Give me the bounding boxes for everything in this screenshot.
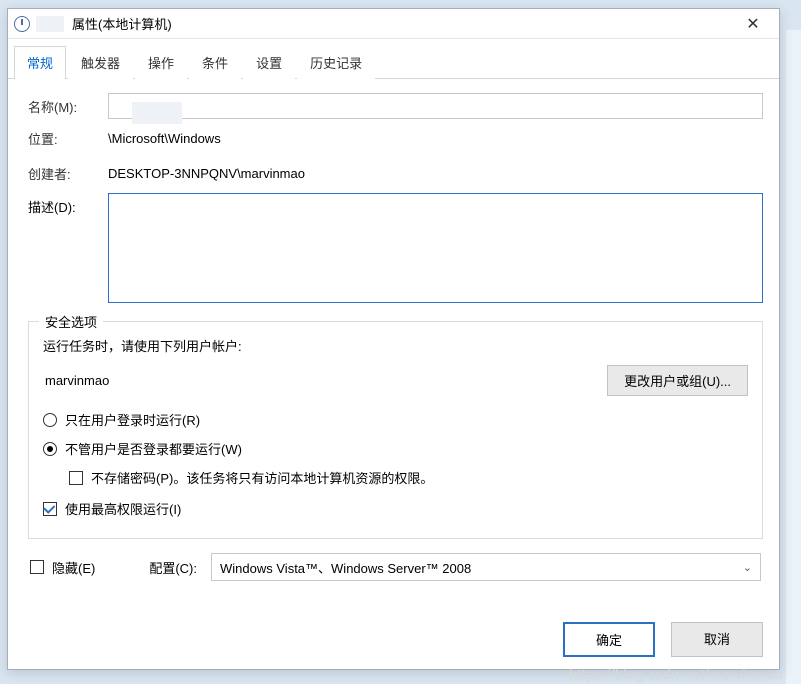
tab-actions[interactable]: 操作 (135, 46, 187, 79)
security-group-title: 安全选项 (39, 312, 103, 331)
creator-label: 创建者: (28, 164, 108, 183)
tab-general[interactable]: 常规 (14, 46, 66, 79)
row-location: 位置: \Microsoft\Windows (28, 129, 763, 148)
config-select[interactable]: Windows Vista™、Windows Server™ 2008 ⌄ (211, 553, 761, 581)
security-prompt: 运行任务时，请使用下列用户帐户: (43, 336, 748, 355)
titlebar[interactable]: 属性(本地计算机) ✕ (8, 9, 779, 39)
change-user-button[interactable]: 更改用户或组(U)... (607, 365, 748, 396)
dialog-footer: 确定 取消 (563, 622, 763, 657)
radio-label-any: 不管用户是否登录都要运行(W) (65, 439, 242, 458)
tab-conditions[interactable]: 条件 (189, 46, 241, 79)
creator-value: DESKTOP-3NNPQNV\marvinmao (108, 166, 763, 181)
radio-icon (43, 442, 57, 456)
radio-run-logged-on[interactable]: 只在用户登录时运行(R) (43, 410, 748, 429)
tab-settings[interactable]: 设置 (243, 46, 295, 79)
location-value: \Microsoft\Windows (108, 131, 763, 146)
row-bottom: 隐藏(E) 配置(C): Windows Vista™、Windows Serv… (28, 553, 763, 581)
properties-dialog: 属性(本地计算机) ✕ 常规 触发器 操作 条件 设置 历史记录 名称(M): … (7, 8, 780, 670)
description-input[interactable] (108, 193, 763, 303)
config-label: 配置(C): (149, 558, 197, 577)
row-user-account: marvinmao 更改用户或组(U)... (43, 365, 748, 396)
tab-panel-general: 名称(M): 位置: \Microsoft\Windows 创建者: DESKT… (8, 79, 779, 591)
window-title: 属性(本地计算机) (72, 14, 733, 33)
background-stripe (786, 30, 801, 684)
name-label: 名称(M): (28, 97, 108, 116)
tab-triggers[interactable]: 触发器 (68, 46, 133, 79)
description-label: 描述(D): (28, 193, 108, 216)
check-no-store-password[interactable]: 不存储密码(P)。该任务将只有访问本地计算机资源的权限。 (69, 468, 748, 487)
config-value: Windows Vista™、Windows Server™ 2008 (220, 558, 471, 577)
name-redaction (132, 102, 182, 124)
radio-run-any[interactable]: 不管用户是否登录都要运行(W) (43, 439, 748, 458)
check-label-no-store: 不存储密码(P)。该任务将只有访问本地计算机资源的权限。 (91, 468, 433, 487)
check-label-highest: 使用最高权限运行(I) (65, 499, 181, 518)
location-label: 位置: (28, 129, 108, 148)
radio-icon (43, 413, 57, 427)
checkbox-icon (30, 560, 44, 574)
radio-label-logged-on: 只在用户登录时运行(R) (65, 410, 200, 429)
checkbox-icon (43, 502, 57, 516)
cancel-button[interactable]: 取消 (671, 622, 763, 657)
user-account-value: marvinmao (43, 373, 607, 388)
ok-button[interactable]: 确定 (563, 622, 655, 657)
check-hidden[interactable]: 隐藏(E) (30, 558, 95, 577)
security-groupbox: 安全选项 运行任务时，请使用下列用户帐户: marvinmao 更改用户或组(U… (28, 321, 763, 539)
tab-strip: 常规 触发器 操作 条件 设置 历史记录 (8, 45, 779, 79)
row-description: 描述(D): (28, 193, 763, 303)
clock-icon (14, 16, 30, 32)
checkbox-icon (69, 471, 83, 485)
title-blank (36, 16, 64, 32)
close-icon[interactable]: ✕ (733, 14, 773, 34)
check-highest-privileges[interactable]: 使用最高权限运行(I) (43, 499, 748, 518)
row-creator: 创建者: DESKTOP-3NNPQNV\marvinmao (28, 164, 763, 183)
hidden-label: 隐藏(E) (52, 558, 95, 577)
watermark-text: https://blog.csdn.net/marvinmao (569, 666, 783, 682)
name-input[interactable] (108, 93, 763, 119)
chevron-down-icon: ⌄ (743, 561, 752, 574)
tab-history[interactable]: 历史记录 (297, 46, 375, 79)
